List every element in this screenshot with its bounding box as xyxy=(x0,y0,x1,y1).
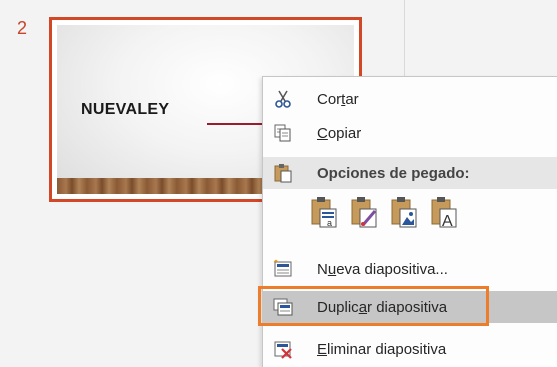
paste-text-only-button[interactable]: A xyxy=(429,195,459,230)
slide-number: 2 xyxy=(17,18,28,38)
menu-item-new-slide[interactable]: Nueva diapositiva... xyxy=(263,253,557,285)
menu-item-copy-label: Copiar xyxy=(317,124,362,142)
scissors-icon xyxy=(275,90,291,108)
menu-item-duplicate-slide[interactable]: Duplicar diapositiva xyxy=(263,291,557,323)
menu-item-duplicate-slide-label: Duplicar diapositiva xyxy=(317,298,448,316)
menu-item-cut[interactable]: Cortar xyxy=(263,83,557,115)
context-menu: Cortar Copiar Opciones de pegado: a A Nu… xyxy=(262,76,557,367)
svg-text:A: A xyxy=(442,213,453,229)
menu-item-copy[interactable]: Copiar xyxy=(263,117,557,149)
paste-options-header: Opciones de pegado: xyxy=(263,157,557,189)
slide-thumbnail-title: NUEVALEY xyxy=(81,101,170,118)
menu-item-delete-slide[interactable]: Eliminar diapositiva xyxy=(263,333,557,365)
svg-text:a: a xyxy=(327,218,332,228)
paste-text-only-icon: A xyxy=(431,197,457,230)
paste-picture-icon xyxy=(391,197,417,228)
paste-options-row: a A xyxy=(309,195,459,233)
paste-options-label: Opciones de pegado: xyxy=(317,164,470,182)
paste-picture-button[interactable] xyxy=(389,195,419,229)
new-slide-icon xyxy=(273,259,292,277)
paste-destination-theme-icon xyxy=(351,197,377,228)
menu-item-new-slide-label: Nueva diapositiva... xyxy=(317,260,448,278)
clipboard-icon xyxy=(274,164,292,183)
menu-item-delete-slide-label: Eliminar diapositiva xyxy=(317,340,447,358)
duplicate-slide-icon xyxy=(273,298,293,316)
delete-slide-icon xyxy=(274,341,292,359)
copy-icon xyxy=(274,124,291,142)
paste-destination-theme-button[interactable] xyxy=(349,195,379,229)
paste-keep-source-button[interactable]: a xyxy=(309,195,339,229)
menu-item-cut-label: Cortar xyxy=(317,90,359,108)
paste-keep-source-icon: a xyxy=(311,197,337,228)
